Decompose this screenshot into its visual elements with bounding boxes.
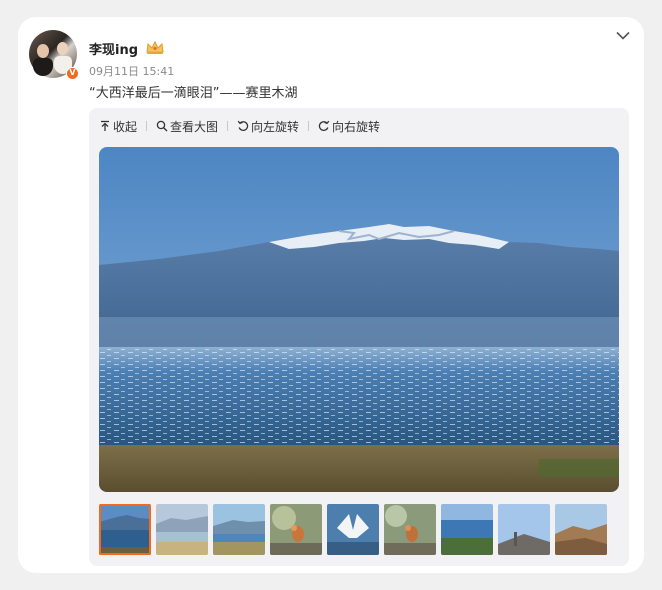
- thumbnail-8[interactable]: [498, 504, 550, 555]
- thumbnail-9[interactable]: [555, 504, 607, 555]
- rotate-right-icon: [318, 120, 330, 131]
- main-photo[interactable]: [99, 147, 619, 492]
- search-icon: [156, 120, 168, 132]
- thumbnail-7[interactable]: [441, 504, 493, 555]
- divider: [146, 121, 148, 131]
- image-toolbar: 收起 查看大图 向左旋转 向右旋转: [99, 116, 380, 136]
- thumbnail-5[interactable]: [327, 504, 379, 555]
- collapse-label: 收起: [113, 119, 138, 134]
- post-text: “大西洋最后一滴眼泪”——赛里木湖: [89, 86, 298, 101]
- chevron-down-icon[interactable]: [616, 31, 630, 40]
- post-timestamp[interactable]: 09月11日 15:41: [89, 63, 174, 79]
- view-large-label: 查看大图: [170, 119, 219, 134]
- rotate-right-label: 向右旋转: [332, 119, 381, 134]
- thumbnail-2[interactable]: [156, 504, 208, 555]
- divider: [308, 121, 310, 131]
- thumbnail-1[interactable]: [99, 504, 151, 555]
- avatar[interactable]: V: [29, 30, 79, 80]
- divider: [227, 121, 229, 131]
- collapse-icon: [101, 120, 109, 131]
- rotate-left-label: 向左旋转: [251, 119, 300, 134]
- username[interactable]: 李现ing: [89, 39, 138, 58]
- thumbnail-strip: [99, 504, 607, 555]
- rotate-left-button[interactable]: 向左旋转: [237, 118, 299, 135]
- thumbnail-6[interactable]: [384, 504, 436, 555]
- crown-icon[interactable]: [145, 39, 165, 55]
- media-expanded-panel: 收起 查看大图 向左旋转 向右旋转: [89, 108, 629, 566]
- thumbnail-3[interactable]: [213, 504, 265, 555]
- verified-badge: V: [66, 67, 79, 80]
- rotate-right-button[interactable]: 向右旋转: [318, 118, 380, 135]
- view-large-button[interactable]: 查看大图: [156, 118, 218, 135]
- collapse-button[interactable]: 收起: [99, 118, 137, 135]
- weibo-post-card: V 李现ing 09月11日 15:41 “大西洋最后一滴眼泪”——赛里木湖 收…: [18, 17, 644, 573]
- rotate-left-icon: [237, 120, 249, 131]
- lake-landscape-image: [99, 147, 619, 492]
- thumbnail-4[interactable]: [270, 504, 322, 555]
